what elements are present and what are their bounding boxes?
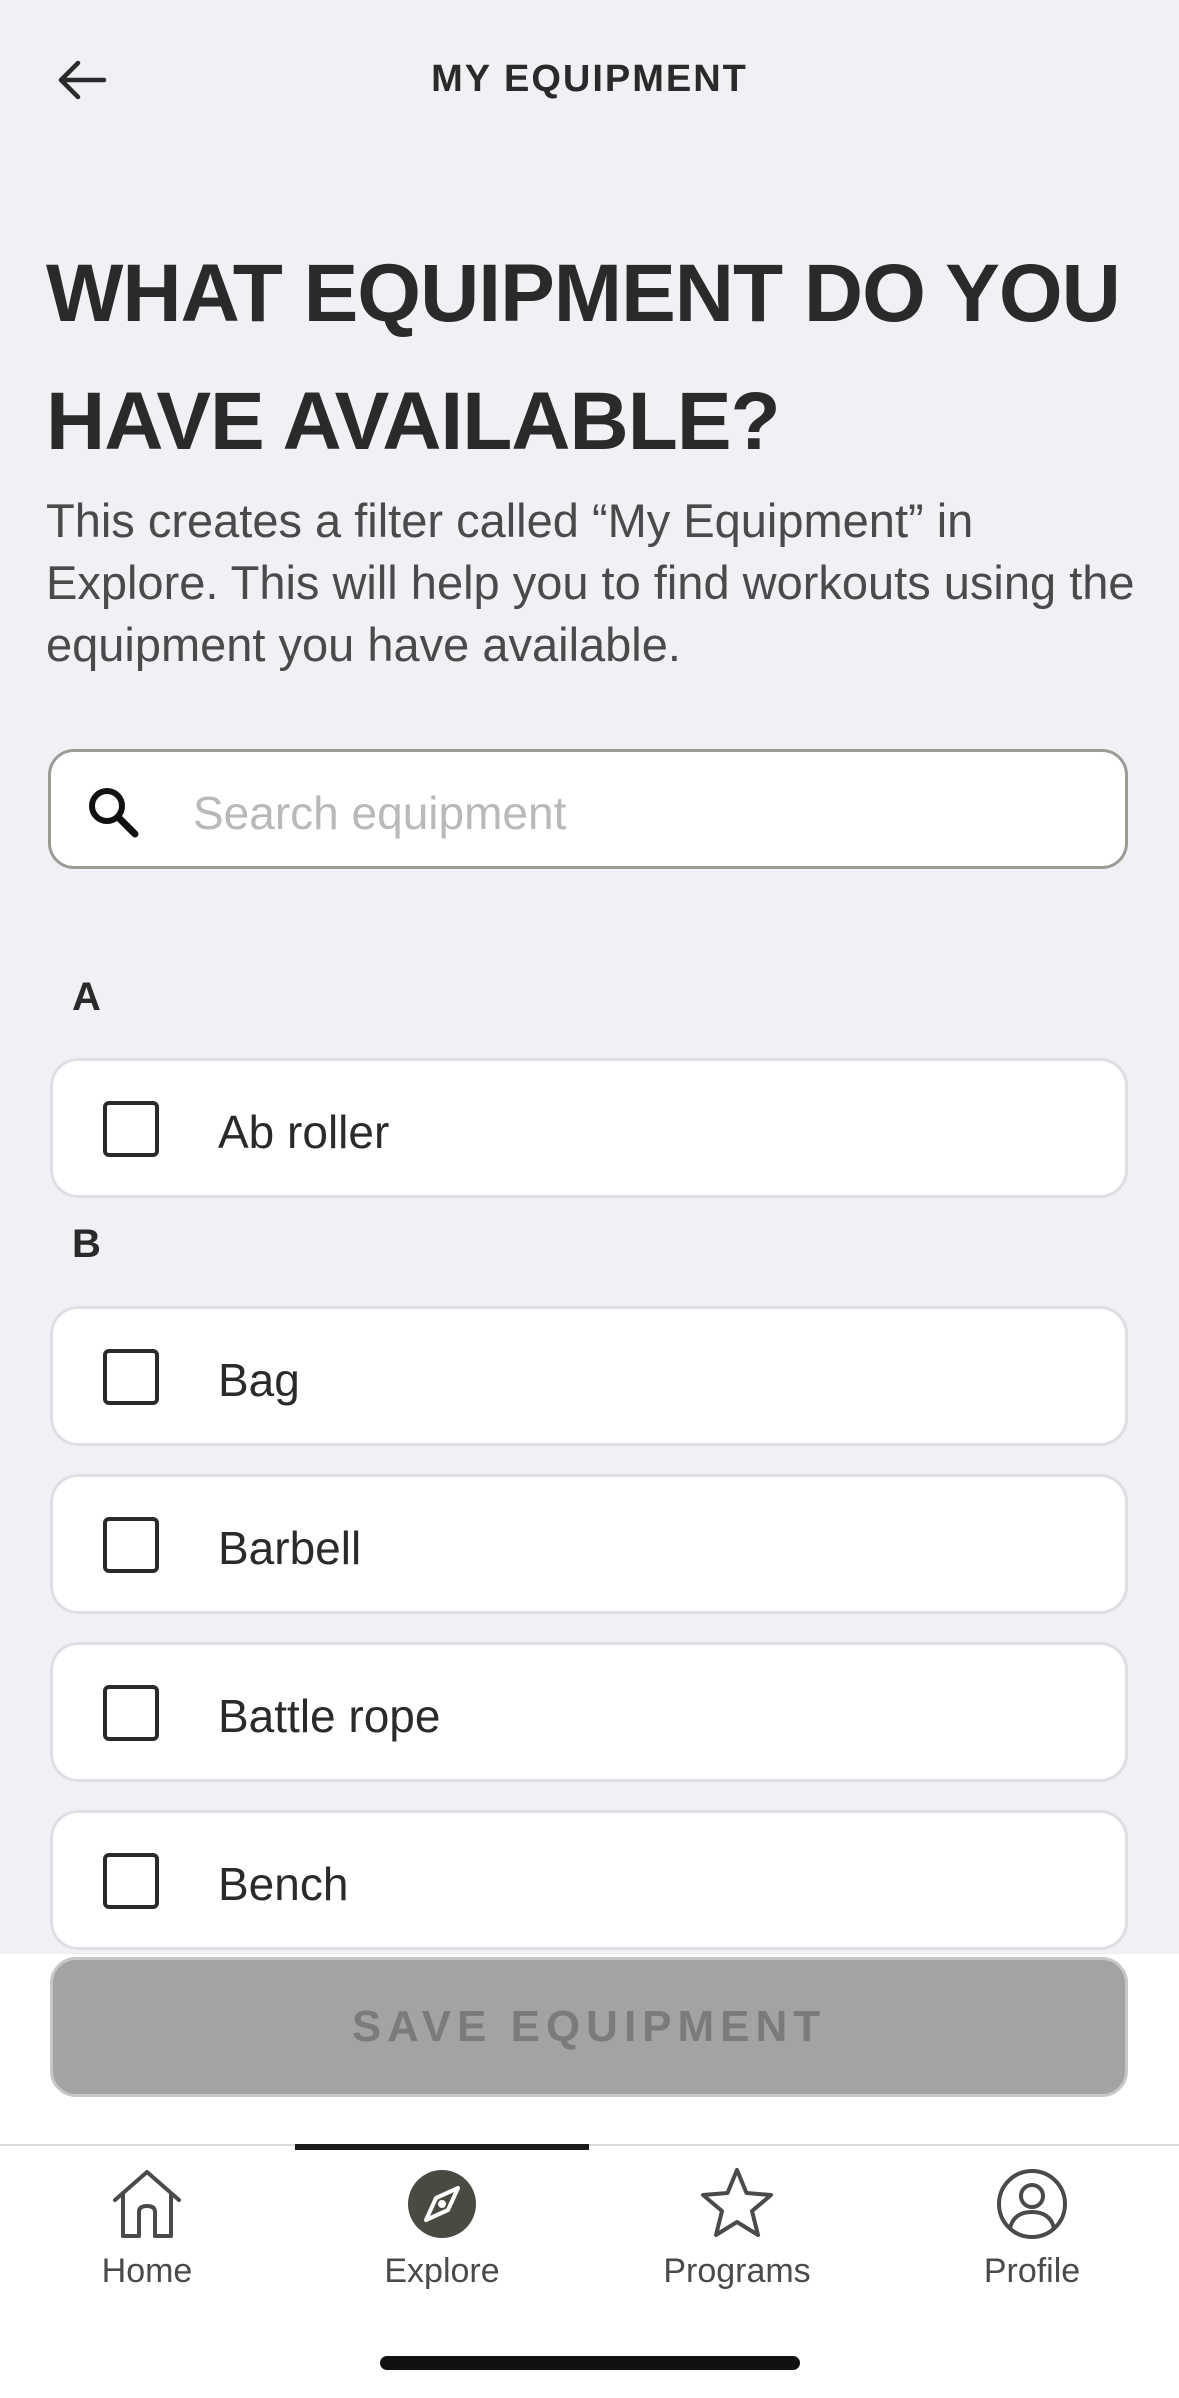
checkbox[interactable] <box>103 1349 159 1405</box>
equipment-item-bag[interactable]: Bag <box>50 1306 1128 1446</box>
home-icon <box>113 2170 181 2238</box>
checkbox[interactable] <box>103 1101 159 1157</box>
section-letter-a: A <box>72 975 101 1019</box>
tab-label: Programs <box>663 2252 811 2290</box>
description: This creates a filter called “My Equipme… <box>46 494 1135 671</box>
search-box[interactable] <box>48 749 1128 869</box>
equipment-label: Barbell <box>218 1522 362 1574</box>
home-indicator <box>380 2356 800 2370</box>
page-title: MY EQUIPMENT <box>431 58 748 100</box>
tab-programs[interactable]: Programs <box>590 2150 884 2300</box>
save-equipment-button[interactable]: SAVE EQUIPMENT <box>50 1957 1128 2097</box>
compass-icon <box>408 2170 476 2238</box>
equipment-item-barbell[interactable]: Barbell <box>50 1474 1128 1614</box>
equipment-item-battle-rope[interactable]: Battle rope <box>50 1642 1128 1782</box>
top-bar: MY EQUIPMENT <box>0 0 1179 160</box>
section-letter-b: B <box>72 1222 101 1266</box>
tab-home[interactable]: Home <box>0 2150 294 2300</box>
checkbox[interactable] <box>103 1853 159 1909</box>
star-icon <box>701 2168 773 2237</box>
headline: WHAT EQUIPMENT DO YOU HAVE AVAILABLE? <box>46 248 1121 467</box>
equipment-label: Bench <box>218 1858 349 1910</box>
tab-label: Profile <box>983 2252 1081 2290</box>
equipment-item-bench[interactable]: Bench <box>50 1810 1128 1950</box>
equipment-label: Battle rope <box>218 1690 441 1742</box>
equipment-item-ab-roller[interactable]: Ab roller <box>50 1058 1128 1198</box>
checkbox[interactable] <box>103 1517 159 1573</box>
search-input[interactable] <box>191 770 1095 856</box>
tab-label: Home <box>101 2252 193 2290</box>
search-icon <box>89 788 139 838</box>
equipment-label: Bag <box>218 1354 300 1406</box>
checkbox[interactable] <box>103 1685 159 1741</box>
equipment-label: Ab roller <box>218 1106 390 1158</box>
tab-profile[interactable]: Profile <box>885 2150 1179 2300</box>
tab-label: Explore <box>384 2252 500 2290</box>
tab-explore[interactable]: Explore <box>295 2150 589 2300</box>
profile-icon <box>997 2169 1067 2239</box>
